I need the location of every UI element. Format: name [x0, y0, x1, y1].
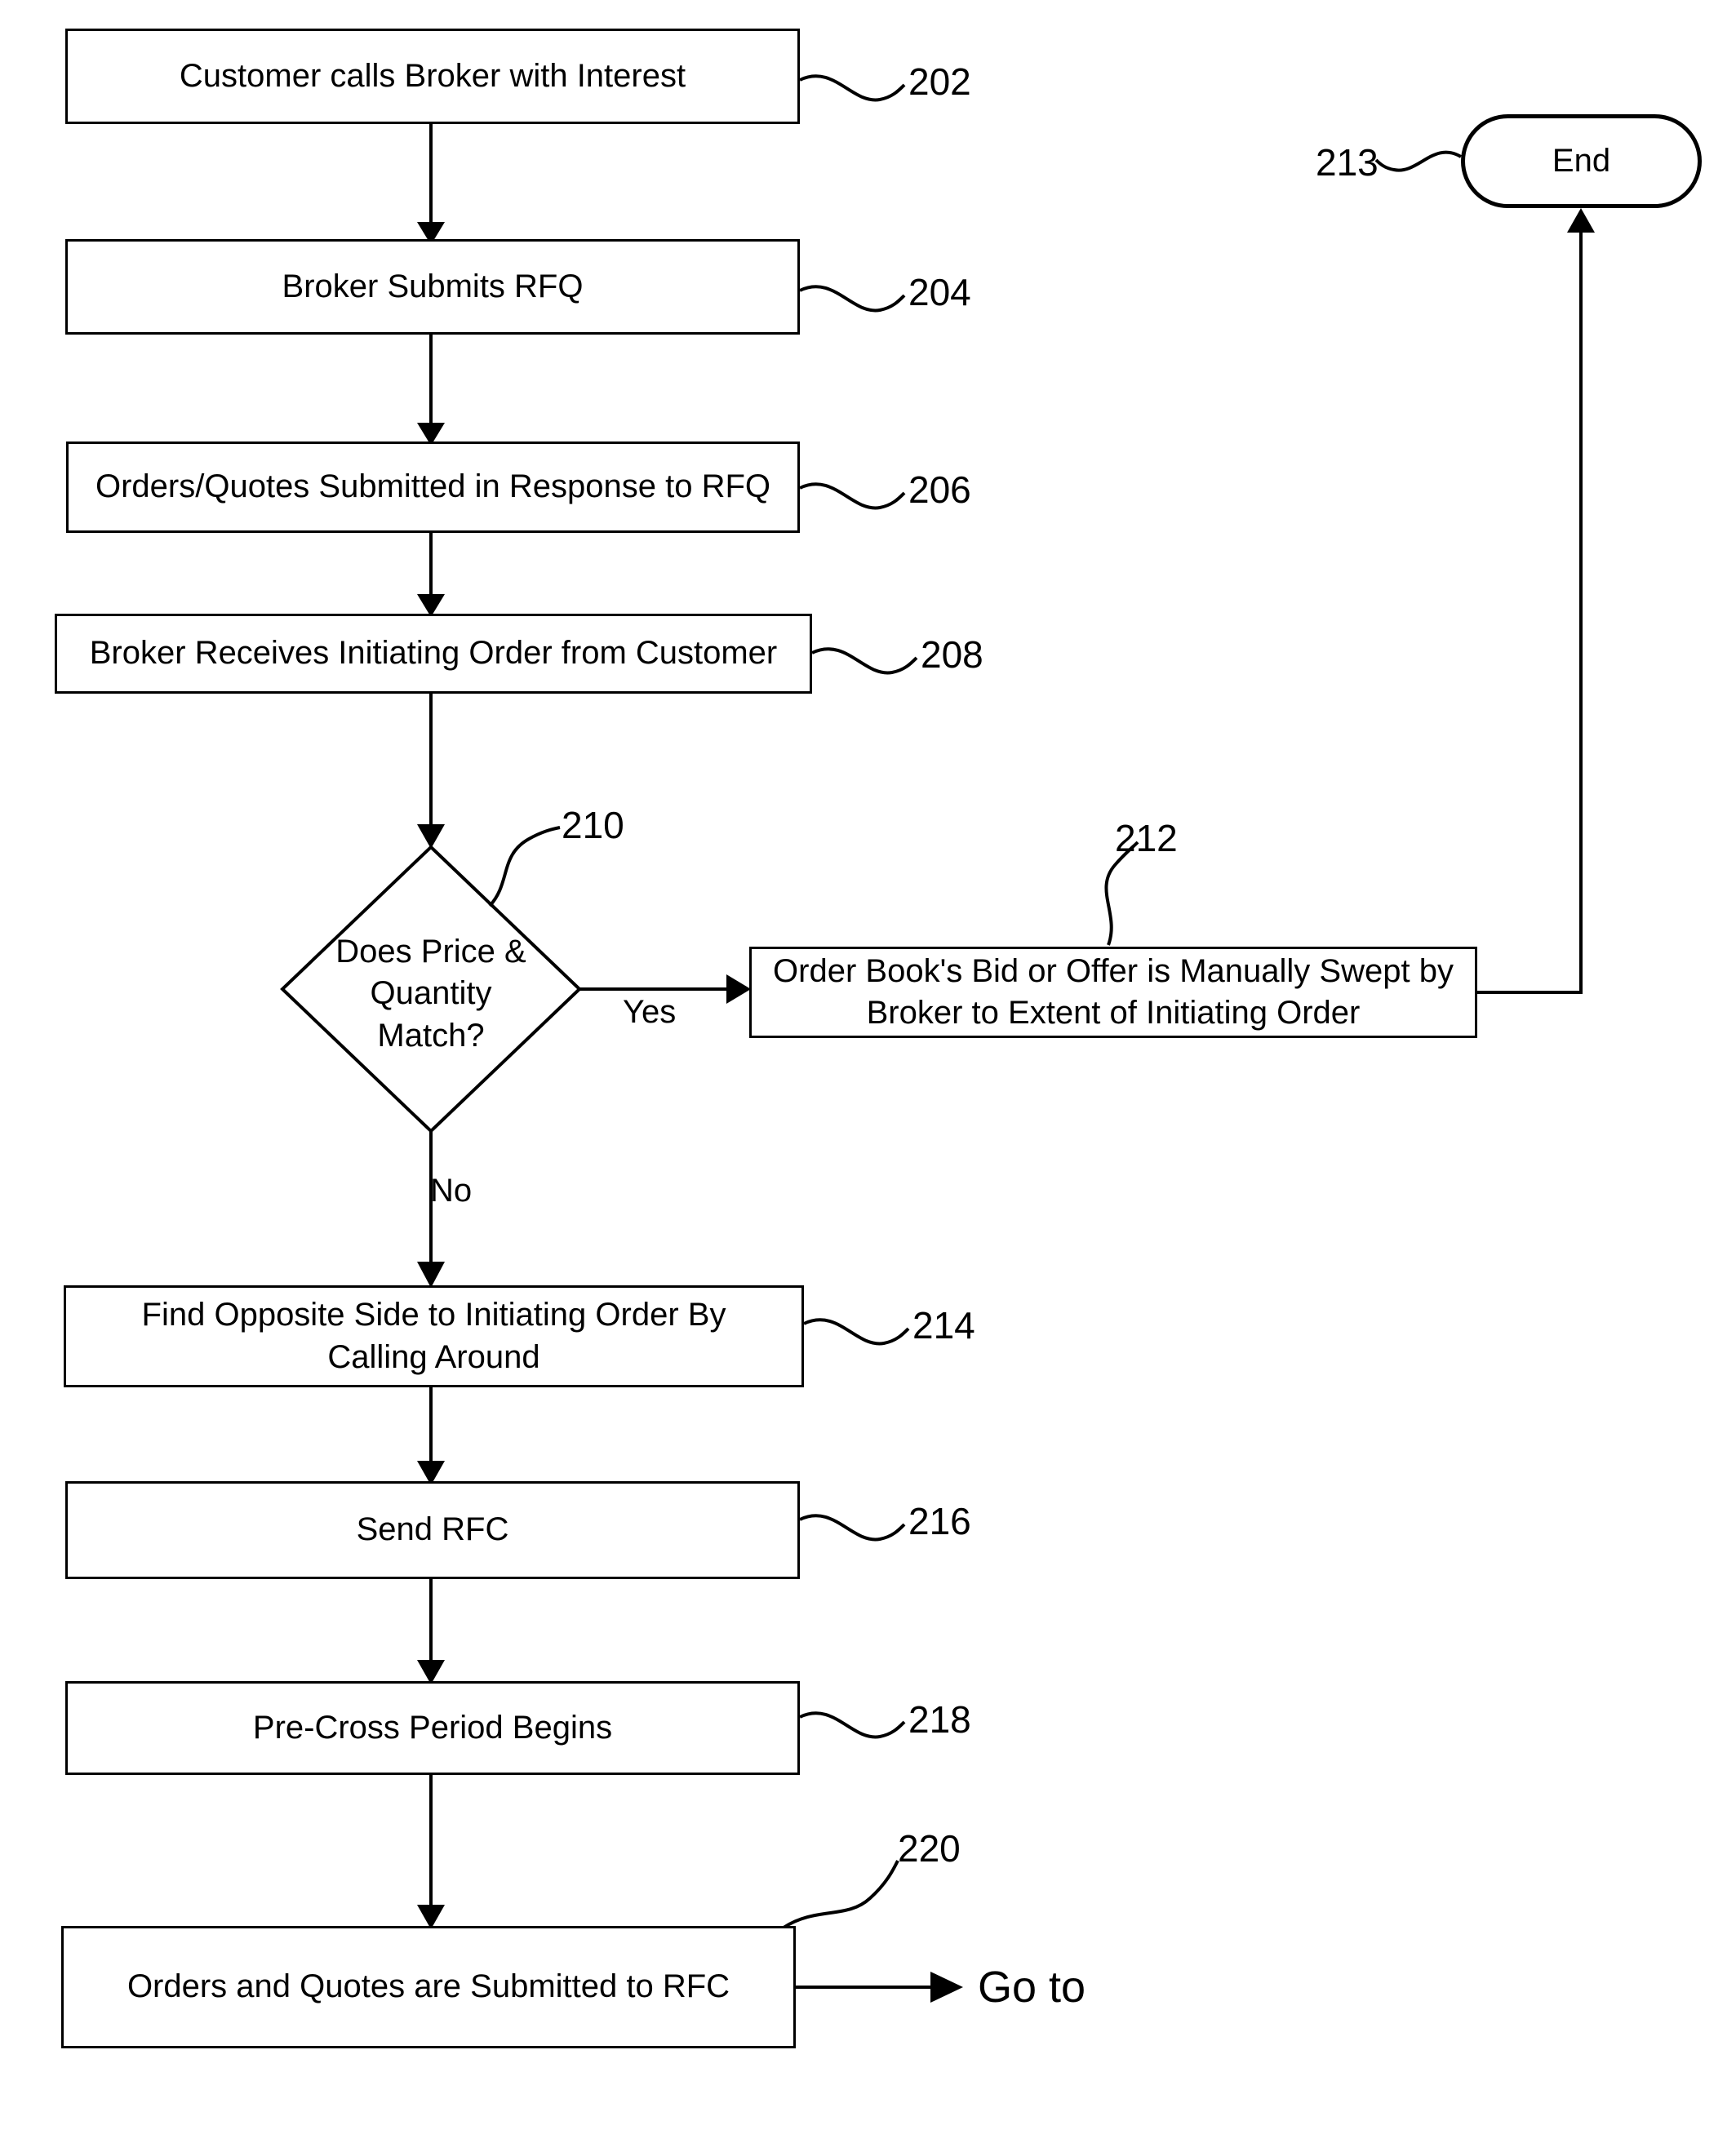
node-label-216: Send RFC — [356, 1511, 509, 1548]
reference-numeral-213: 213 — [1316, 141, 1379, 184]
edge-label-yes: Yes — [623, 994, 677, 1030]
edge-label-no: No — [430, 1173, 473, 1209]
decision-node-210[interactable]: Does Price & Quantity Match? — [282, 847, 579, 1131]
reference-numeral-208: 208 — [921, 633, 983, 676]
process-node-220[interactable]: Orders and Quotes are Submitted to RFC — [61, 1926, 796, 2048]
leader-208 — [811, 647, 918, 675]
reference-numeral-212: 212 — [1115, 817, 1178, 859]
leader-206 — [799, 482, 906, 510]
reference-numeral-220: 220 — [898, 1827, 961, 1870]
terminal-node-end[interactable]: End — [1461, 114, 1702, 208]
process-node-216[interactable]: Send RFC — [65, 1481, 800, 1579]
goto-label: Go to — [978, 1963, 1086, 2012]
arrowhead-210-214 — [417, 1262, 445, 1288]
leader-220 — [782, 1860, 899, 1929]
reference-numeral-202: 202 — [908, 60, 971, 103]
node-label-204: Broker Submits RFQ — [282, 268, 584, 304]
leader-216 — [799, 1514, 906, 1542]
connector-212-end — [1477, 233, 1583, 994]
process-node-208[interactable]: Broker Receives Initiating Order from Cu… — [55, 614, 812, 694]
leader-202 — [799, 74, 906, 102]
leader-214 — [803, 1318, 910, 1346]
leader-213 — [1374, 150, 1463, 172]
arrowhead-212-end — [1567, 208, 1595, 233]
process-node-212[interactable]: Order Book's Bid or Offer is Manually Sw… — [749, 947, 1477, 1038]
process-node-214[interactable]: Find Opposite Side to Initiating Order B… — [64, 1285, 804, 1387]
leader-218 — [799, 1711, 906, 1739]
node-label-218: Pre-Cross Period Begins — [252, 1709, 613, 1746]
reference-numeral-216: 216 — [908, 1500, 971, 1542]
arrowhead-220-goto — [930, 1972, 963, 2003]
arrowhead-210-212 — [726, 974, 751, 1004]
node-label-214: Find Opposite Side to Initiating Order B… — [141, 1297, 726, 1375]
node-label-212: Order Book's Bid or Offer is Manually Sw… — [773, 952, 1454, 1031]
reference-numeral-214: 214 — [912, 1304, 975, 1347]
process-node-202[interactable]: Customer calls Broker with Interest — [65, 29, 800, 124]
flowchart-page: Customer calls Broker with Interest 202 … — [0, 0, 1736, 2152]
process-node-204[interactable]: Broker Submits RFQ — [65, 239, 800, 335]
node-label-202: Customer calls Broker with Interest — [179, 57, 686, 94]
node-label-end: End — [1552, 142, 1611, 179]
leader-204 — [799, 285, 906, 313]
reference-numeral-204: 204 — [908, 271, 971, 313]
node-label-206: Orders/Quotes Submitted in Response to R… — [95, 468, 771, 505]
process-node-206[interactable]: Orders/Quotes Submitted in Response to R… — [66, 441, 800, 533]
reference-numeral-210: 210 — [562, 804, 624, 846]
node-label-208: Broker Receives Initiating Order from Cu… — [89, 635, 778, 672]
reference-numeral-218: 218 — [908, 1698, 971, 1741]
node-label-210: Does Price & Quantity Match? — [335, 934, 526, 1054]
process-node-218[interactable]: Pre-Cross Period Begins — [65, 1681, 800, 1775]
node-label-220: Orders and Quotes are Submitted to RFC — [127, 1968, 730, 2005]
reference-numeral-206: 206 — [908, 468, 971, 511]
